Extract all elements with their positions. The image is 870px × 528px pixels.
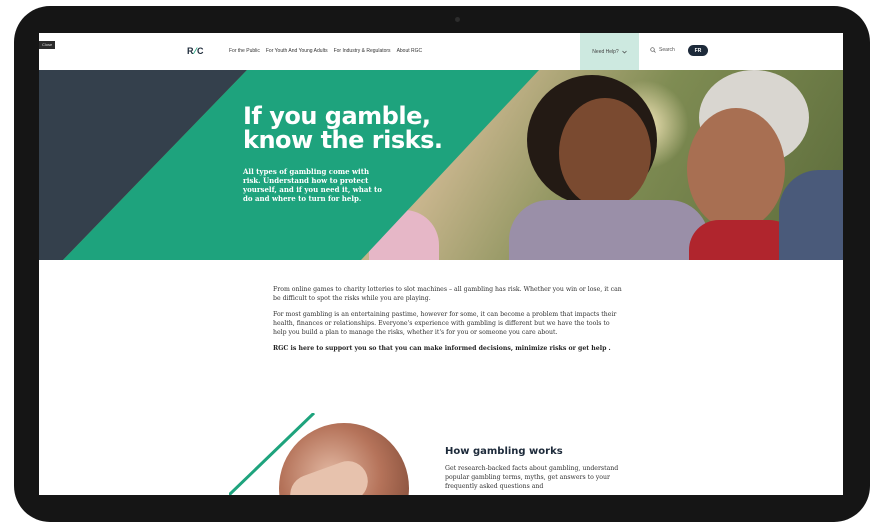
search-icon xyxy=(650,47,656,53)
chevron-down-icon xyxy=(621,50,627,53)
overlay-close-label[interactable]: Close xyxy=(39,41,56,49)
hero-title-line-2: know the risks. xyxy=(243,126,443,154)
intro-text: From online games to charity lotteries t… xyxy=(273,285,623,360)
hero-subtitle: All types of gambling come with risk. Un… xyxy=(243,167,382,203)
search-label: Search xyxy=(659,47,675,53)
photo-hand xyxy=(284,455,374,495)
hero-title: If you gamble, know the risks. xyxy=(243,104,443,154)
hero-diagonal-panels xyxy=(39,70,539,260)
nav-links: For the Public For Youth And Young Adult… xyxy=(229,48,422,54)
intro-paragraph-2: For most gambling is an entertaining pas… xyxy=(273,311,617,336)
nav-link-youth[interactable]: For Youth And Young Adults xyxy=(266,48,328,54)
browser-screen: R⁄C For the Public For Youth And Young A… xyxy=(39,33,843,495)
intro-paragraph-3: RGC is here to support you so that you c… xyxy=(273,345,611,352)
intro-paragraph-1: From online games to charity lotteries t… xyxy=(273,286,622,302)
search-button[interactable]: Search xyxy=(650,47,675,53)
top-navigation: R⁄C For the Public For Youth And Young A… xyxy=(39,33,843,70)
language-toggle[interactable]: FR xyxy=(688,45,708,56)
need-help-button[interactable]: Need Help? xyxy=(580,33,639,70)
logo-letter-r: R xyxy=(187,46,195,56)
need-help-label: Need Help? xyxy=(592,48,619,55)
hero-banner: If you gamble, know the risks. All types… xyxy=(39,70,843,260)
camera-dot xyxy=(455,17,460,22)
nav-link-public[interactable]: For the Public xyxy=(229,48,260,54)
nav-link-about[interactable]: About RGC xyxy=(397,48,423,54)
section-title[interactable]: How gambling works xyxy=(445,446,563,457)
nav-link-industry[interactable]: For Industry & Regulators xyxy=(334,48,391,54)
rgc-logo[interactable]: R⁄C xyxy=(187,46,205,56)
section-text: Get research-backed facts about gambling… xyxy=(445,465,619,490)
logo-letter-c: C xyxy=(197,46,205,56)
